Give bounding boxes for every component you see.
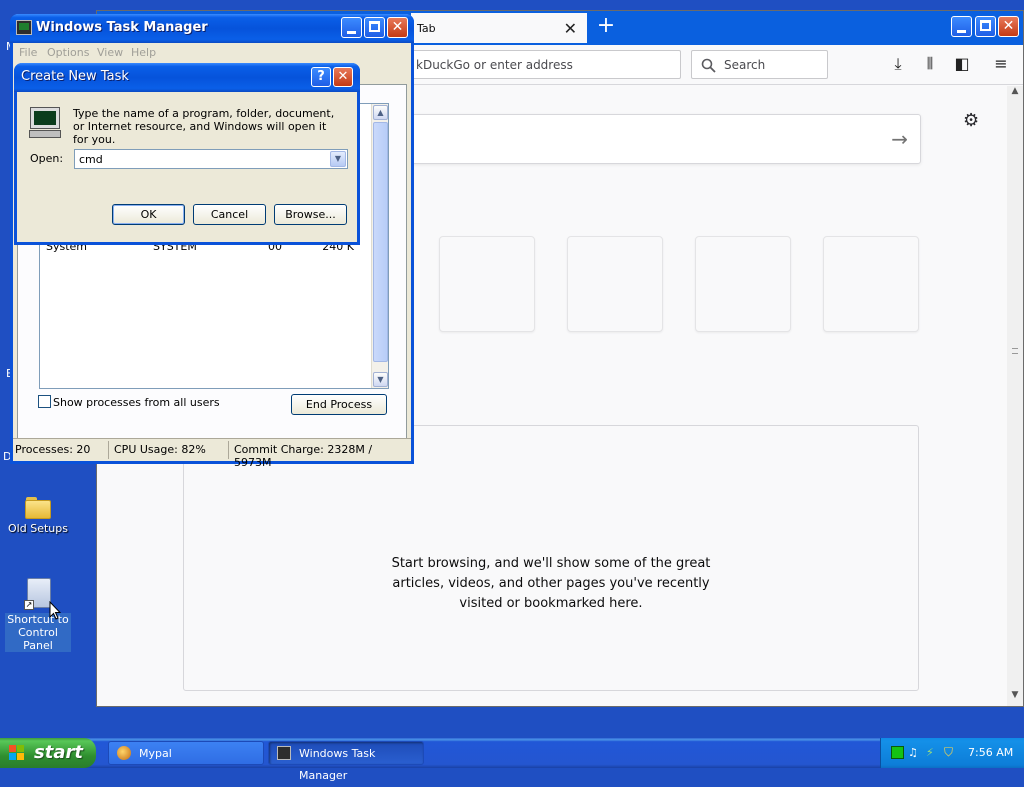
chevron-down-icon[interactable]: ▼ xyxy=(330,151,346,167)
ok-button[interactable]: OK xyxy=(112,204,185,225)
menu-help[interactable]: Help xyxy=(131,46,156,59)
scroll-down-icon[interactable]: ▼ xyxy=(373,372,388,387)
browser-maximize-button[interactable] xyxy=(975,16,996,37)
scroll-up-icon[interactable]: ▲ xyxy=(1007,86,1023,102)
desktop-icon-control-panel-shortcut[interactable]: ↗ Shortcut to Control Panel xyxy=(3,578,73,652)
dialog-title: Create New Task xyxy=(21,69,129,84)
task-manager-statusbar: Processes: 20 CPU Usage: 82% Commit Char… xyxy=(13,438,411,469)
create-new-task-dialog: Create New Task ? ✕ Type the name of a p… xyxy=(14,63,360,245)
end-process-button[interactable]: End Process xyxy=(291,394,387,415)
tm-maximize-button[interactable] xyxy=(364,17,385,38)
scroll-up-icon[interactable]: ▲ xyxy=(373,105,388,120)
scroll-thumb[interactable] xyxy=(373,122,388,362)
close-icon: ✕ xyxy=(337,69,349,84)
taskbar-button-label: Windows Task Manager xyxy=(299,747,376,782)
system-tray: ♫ ⚡ ⛉ 7:56 AM xyxy=(880,738,1024,768)
status-processes: Processes: 20 xyxy=(15,443,91,456)
dialog-description: Type the name of a program, folder, docu… xyxy=(73,107,335,146)
windows-logo-icon xyxy=(9,745,25,761)
desktop-icon-label: Old Setups xyxy=(8,522,68,535)
status-divider xyxy=(108,441,109,459)
show-all-users-checkbox[interactable] xyxy=(38,395,51,408)
cpu-meter-icon[interactable] xyxy=(891,746,904,759)
cancel-button[interactable]: Cancel xyxy=(193,204,266,225)
tab-close-icon[interactable]: ✕ xyxy=(564,19,577,38)
task-manager-icon xyxy=(16,20,32,35)
desktop-icon-label: Shortcut to Control Panel xyxy=(5,613,71,652)
top-site-tile[interactable] xyxy=(439,236,535,332)
desktop-icon-old-setups[interactable]: Old Setups xyxy=(3,497,73,535)
folder-icon xyxy=(25,497,51,519)
downloads-icon[interactable]: ⤓ xyxy=(888,54,908,74)
sidebar-icon[interactable]: ◧ xyxy=(952,54,972,74)
new-tab-plus-icon[interactable]: + xyxy=(593,14,619,40)
close-icon: ✕ xyxy=(391,19,404,35)
taskbar-button-task-manager[interactable]: Windows Task Manager xyxy=(268,741,424,782)
highlights-empty-message: Start browsing, and we'll show some of t… xyxy=(184,554,918,614)
show-all-users-label: Show processes from all users xyxy=(53,396,220,409)
menu-icon[interactable]: ≡ xyxy=(991,54,1011,74)
address-bar[interactable]: kDuckGo or enter address xyxy=(401,50,681,79)
process-list-scrollbar[interactable]: ▲ ▼ xyxy=(371,104,388,388)
gear-icon[interactable]: ⚙ xyxy=(963,110,979,131)
scroll-grip-icon xyxy=(1012,348,1018,354)
browser-tab[interactable]: Tab ✕ xyxy=(411,13,587,43)
search-placeholder: Search xyxy=(724,58,766,72)
tm-close-button[interactable]: ✕ xyxy=(387,17,408,38)
taskbar-clock: 7:56 AM xyxy=(968,746,1014,759)
task-manager-icon xyxy=(277,746,291,760)
minimize-icon xyxy=(957,30,966,33)
taskbar: start Mypal Windows Task Manager ♫ ⚡ ⛉ 7… xyxy=(0,738,1024,782)
start-label: start xyxy=(34,742,83,763)
taskbar-button-label: Mypal xyxy=(139,747,172,760)
browser-close-button[interactable]: ✕ xyxy=(998,16,1019,37)
mouse-cursor-icon xyxy=(49,601,61,620)
maximize-icon xyxy=(369,21,380,32)
tab-title: Tab xyxy=(417,22,436,35)
menu-file[interactable]: File xyxy=(19,46,37,59)
arrow-right-icon[interactable]: → xyxy=(891,127,908,151)
maximize-icon xyxy=(980,20,991,31)
browser-scrollbar[interactable]: ▲ ▼ xyxy=(1007,86,1023,706)
open-input-value[interactable]: cmd xyxy=(79,153,103,166)
open-label: Open: xyxy=(30,152,64,165)
scroll-down-icon[interactable]: ▼ xyxy=(1007,690,1023,706)
browse-button[interactable]: Browse... xyxy=(274,204,347,225)
volume-icon[interactable]: ♫ xyxy=(908,746,921,759)
browser-minimize-button[interactable] xyxy=(951,16,972,37)
control-panel-shortcut-icon: ↗ xyxy=(24,578,52,610)
top-site-tile[interactable] xyxy=(823,236,919,332)
run-program-icon xyxy=(29,107,61,139)
dialog-titlebar[interactable]: Create New Task ? ✕ xyxy=(14,63,360,92)
top-site-tile[interactable] xyxy=(567,236,663,332)
library-icon[interactable]: ⫼ xyxy=(920,54,940,74)
task-manager-titlebar[interactable]: Windows Task Manager ✕ xyxy=(10,14,414,43)
security-shield-icon[interactable]: ⛉ xyxy=(944,746,957,759)
task-manager-menubar: File Options View Help xyxy=(13,43,411,63)
search-icon xyxy=(701,58,716,73)
close-icon: ✕ xyxy=(1002,18,1015,34)
address-bar-placeholder: kDuckGo or enter address xyxy=(416,58,573,72)
dialog-close-button[interactable]: ✕ xyxy=(333,67,353,87)
mypal-icon xyxy=(117,746,131,760)
taskbar-button-mypal[interactable]: Mypal xyxy=(108,741,264,765)
menu-view[interactable]: View xyxy=(97,46,123,59)
page-search-box[interactable]: → xyxy=(411,114,921,164)
status-cpu: CPU Usage: 82% xyxy=(114,443,206,456)
network-icon[interactable]: ⚡ xyxy=(926,746,939,759)
help-icon: ? xyxy=(317,69,325,84)
open-combobox[interactable]: cmd ▼ xyxy=(74,149,348,169)
menu-options[interactable]: Options xyxy=(47,46,89,59)
start-button[interactable]: start xyxy=(0,738,96,768)
status-commit: Commit Charge: 2328M / 5973M xyxy=(234,443,373,469)
help-button[interactable]: ? xyxy=(311,67,331,87)
highlights-empty-text: Start browsing, and we'll show some of t… xyxy=(391,556,711,611)
tm-minimize-button[interactable] xyxy=(341,17,362,38)
top-site-tile[interactable] xyxy=(695,236,791,332)
window-title: Windows Task Manager xyxy=(36,20,208,35)
status-divider xyxy=(228,441,229,459)
minimize-icon xyxy=(347,31,356,34)
search-box[interactable]: Search xyxy=(691,50,828,79)
